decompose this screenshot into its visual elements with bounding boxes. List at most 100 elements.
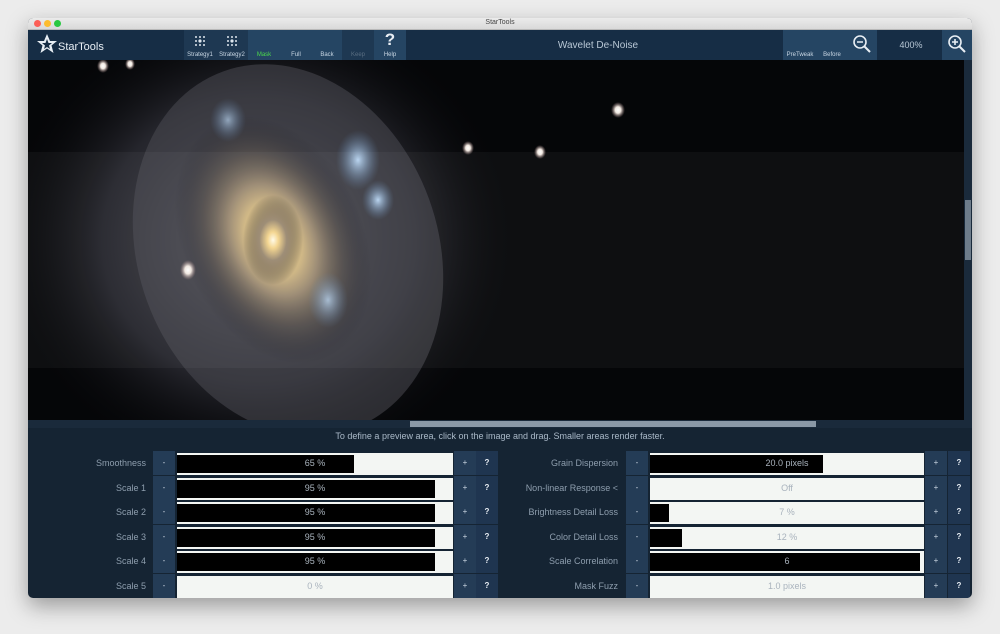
parameter-label: Scale 1 bbox=[115, 482, 146, 493]
strategy2-label: Strategy2 bbox=[219, 52, 245, 58]
increase-button[interactable]: + bbox=[925, 524, 947, 549]
decrease-button[interactable]: - bbox=[626, 524, 648, 549]
before-button[interactable]: Before bbox=[817, 30, 847, 60]
help-button[interactable]: ? Help bbox=[374, 30, 406, 60]
help-icon: ? bbox=[384, 30, 396, 49]
parameter-help-button[interactable]: ? bbox=[476, 573, 498, 598]
parameter-help-button[interactable]: ? bbox=[476, 451, 498, 475]
parameter-help-button[interactable]: ? bbox=[948, 500, 970, 524]
help-label: Help bbox=[383, 52, 397, 58]
parameter-row: Non-linear Response < - Off +? bbox=[500, 475, 972, 500]
mask-label: Mask bbox=[256, 52, 272, 58]
zoom-level: 400% bbox=[899, 40, 923, 50]
value-slider[interactable]: 1.0 pixels bbox=[650, 575, 924, 598]
toolbar: StarTools Strategy1 Strategy2 Mask Full … bbox=[28, 30, 972, 60]
slider-value: 20.0 pixels bbox=[765, 458, 809, 468]
zoom-out-icon bbox=[853, 35, 871, 53]
zoom-in-icon bbox=[948, 35, 966, 53]
value-slider[interactable]: 7 % bbox=[650, 502, 924, 524]
strategy2-button[interactable]: Strategy2 bbox=[216, 30, 248, 60]
slider-value: 65 % bbox=[304, 458, 326, 468]
horizontal-scrollbar[interactable] bbox=[28, 420, 972, 428]
decrease-button[interactable]: - bbox=[153, 573, 175, 598]
keep-button[interactable]: Keep bbox=[342, 30, 374, 60]
galaxy-image bbox=[28, 60, 964, 420]
slider-value: Off bbox=[781, 482, 793, 493]
pretweak-button[interactable]: PreTweak bbox=[783, 30, 817, 60]
parameter-help-button[interactable]: ? bbox=[476, 500, 498, 524]
parameter-row: Scale 3- 95 % +? bbox=[28, 524, 500, 549]
value-slider[interactable]: 12 % bbox=[650, 526, 924, 549]
increase-button[interactable]: + bbox=[454, 549, 476, 573]
parameter-label: Mask Fuzz bbox=[574, 580, 618, 591]
increase-button[interactable]: + bbox=[454, 524, 476, 549]
decrease-button[interactable]: - bbox=[153, 475, 175, 500]
app-window: StarTools StarTools Strategy1 Strategy2 … bbox=[28, 18, 972, 598]
increase-button[interactable]: + bbox=[454, 573, 476, 598]
parameter-row: Color Detail Loss - 12 % +? bbox=[500, 524, 972, 549]
parameter-label: Scale Correlation bbox=[548, 556, 618, 566]
parameter-help-button[interactable]: ? bbox=[476, 524, 498, 549]
grid-dots-icon bbox=[195, 36, 205, 46]
slider-value: 95 % bbox=[304, 507, 326, 517]
decrease-button[interactable]: - bbox=[626, 475, 648, 500]
increase-button[interactable]: + bbox=[925, 500, 947, 524]
parameter-row: Scale 2- 95 % +? bbox=[28, 500, 500, 524]
increase-button[interactable]: + bbox=[925, 451, 947, 475]
image-viewport[interactable] bbox=[28, 60, 964, 420]
decrease-button[interactable]: - bbox=[626, 573, 648, 598]
parameter-label: Smoothness bbox=[95, 458, 146, 468]
parameter-label: Color Detail Loss bbox=[549, 531, 618, 542]
parameter-help-button[interactable]: ? bbox=[476, 475, 498, 500]
decrease-button[interactable]: - bbox=[626, 451, 648, 475]
value-slider[interactable]: 95 % bbox=[177, 526, 453, 549]
slider-value: 6 bbox=[784, 556, 790, 566]
zoom-out-button[interactable] bbox=[847, 30, 877, 60]
increase-button[interactable]: + bbox=[925, 475, 947, 500]
increase-button[interactable]: + bbox=[454, 451, 476, 475]
parameter-row: Brightness Detail Loss - 7 % +? bbox=[500, 500, 972, 524]
keep-label: Keep bbox=[350, 52, 365, 58]
parameter-label: Scale 3 bbox=[115, 531, 146, 542]
parameter-help-button[interactable]: ? bbox=[948, 573, 970, 598]
parameter-help-button[interactable]: ? bbox=[948, 451, 970, 475]
decrease-button[interactable]: - bbox=[153, 524, 175, 549]
value-slider[interactable]: 6 bbox=[650, 551, 924, 573]
zoom-in-button[interactable] bbox=[942, 30, 972, 60]
grid-dots-icon bbox=[227, 36, 237, 46]
increase-button[interactable]: + bbox=[925, 573, 947, 598]
window-title: StarTools bbox=[485, 19, 515, 26]
app-logo-text: StarTools bbox=[58, 41, 104, 53]
title-bar: StarTools bbox=[28, 18, 972, 30]
vertical-scroll-thumb[interactable] bbox=[965, 200, 971, 260]
parameter-label: Scale 5 bbox=[115, 580, 146, 591]
slider-value: 1.0 pixels bbox=[767, 580, 807, 591]
horizontal-scroll-thumb[interactable] bbox=[410, 421, 816, 427]
parameter-help-button[interactable]: ? bbox=[476, 549, 498, 573]
decrease-button[interactable]: - bbox=[153, 451, 175, 475]
parameter-label: Scale 4 bbox=[115, 556, 146, 566]
increase-button[interactable]: + bbox=[454, 475, 476, 500]
parameter-row: Scale 1- 95 % +? bbox=[28, 475, 500, 500]
increase-button[interactable]: + bbox=[454, 500, 476, 524]
parameter-help-button[interactable]: ? bbox=[948, 475, 970, 500]
mask-button[interactable]: Mask bbox=[248, 30, 280, 60]
increase-button[interactable]: + bbox=[925, 549, 947, 573]
decrease-button[interactable]: - bbox=[153, 549, 175, 573]
value-slider[interactable]: 95 % bbox=[177, 502, 453, 524]
strategy1-button[interactable]: Strategy1 bbox=[184, 30, 216, 60]
vertical-scrollbar[interactable] bbox=[964, 60, 972, 420]
back-button[interactable]: Back bbox=[312, 30, 342, 60]
value-slider[interactable]: 20.0 pixels bbox=[650, 453, 924, 475]
decrease-button[interactable]: - bbox=[153, 500, 175, 524]
parameter-help-button[interactable]: ? bbox=[948, 524, 970, 549]
value-slider[interactable]: 95 % bbox=[177, 551, 453, 573]
value-slider[interactable]: 65 % bbox=[177, 453, 453, 475]
value-slider[interactable]: 0 % bbox=[177, 575, 453, 598]
value-slider[interactable]: 95 % bbox=[177, 477, 453, 500]
full-button[interactable]: Full bbox=[280, 30, 312, 60]
value-slider[interactable]: Off bbox=[650, 477, 924, 500]
decrease-button[interactable]: - bbox=[626, 500, 648, 524]
parameter-help-button[interactable]: ? bbox=[948, 549, 970, 573]
decrease-button[interactable]: - bbox=[626, 549, 648, 573]
